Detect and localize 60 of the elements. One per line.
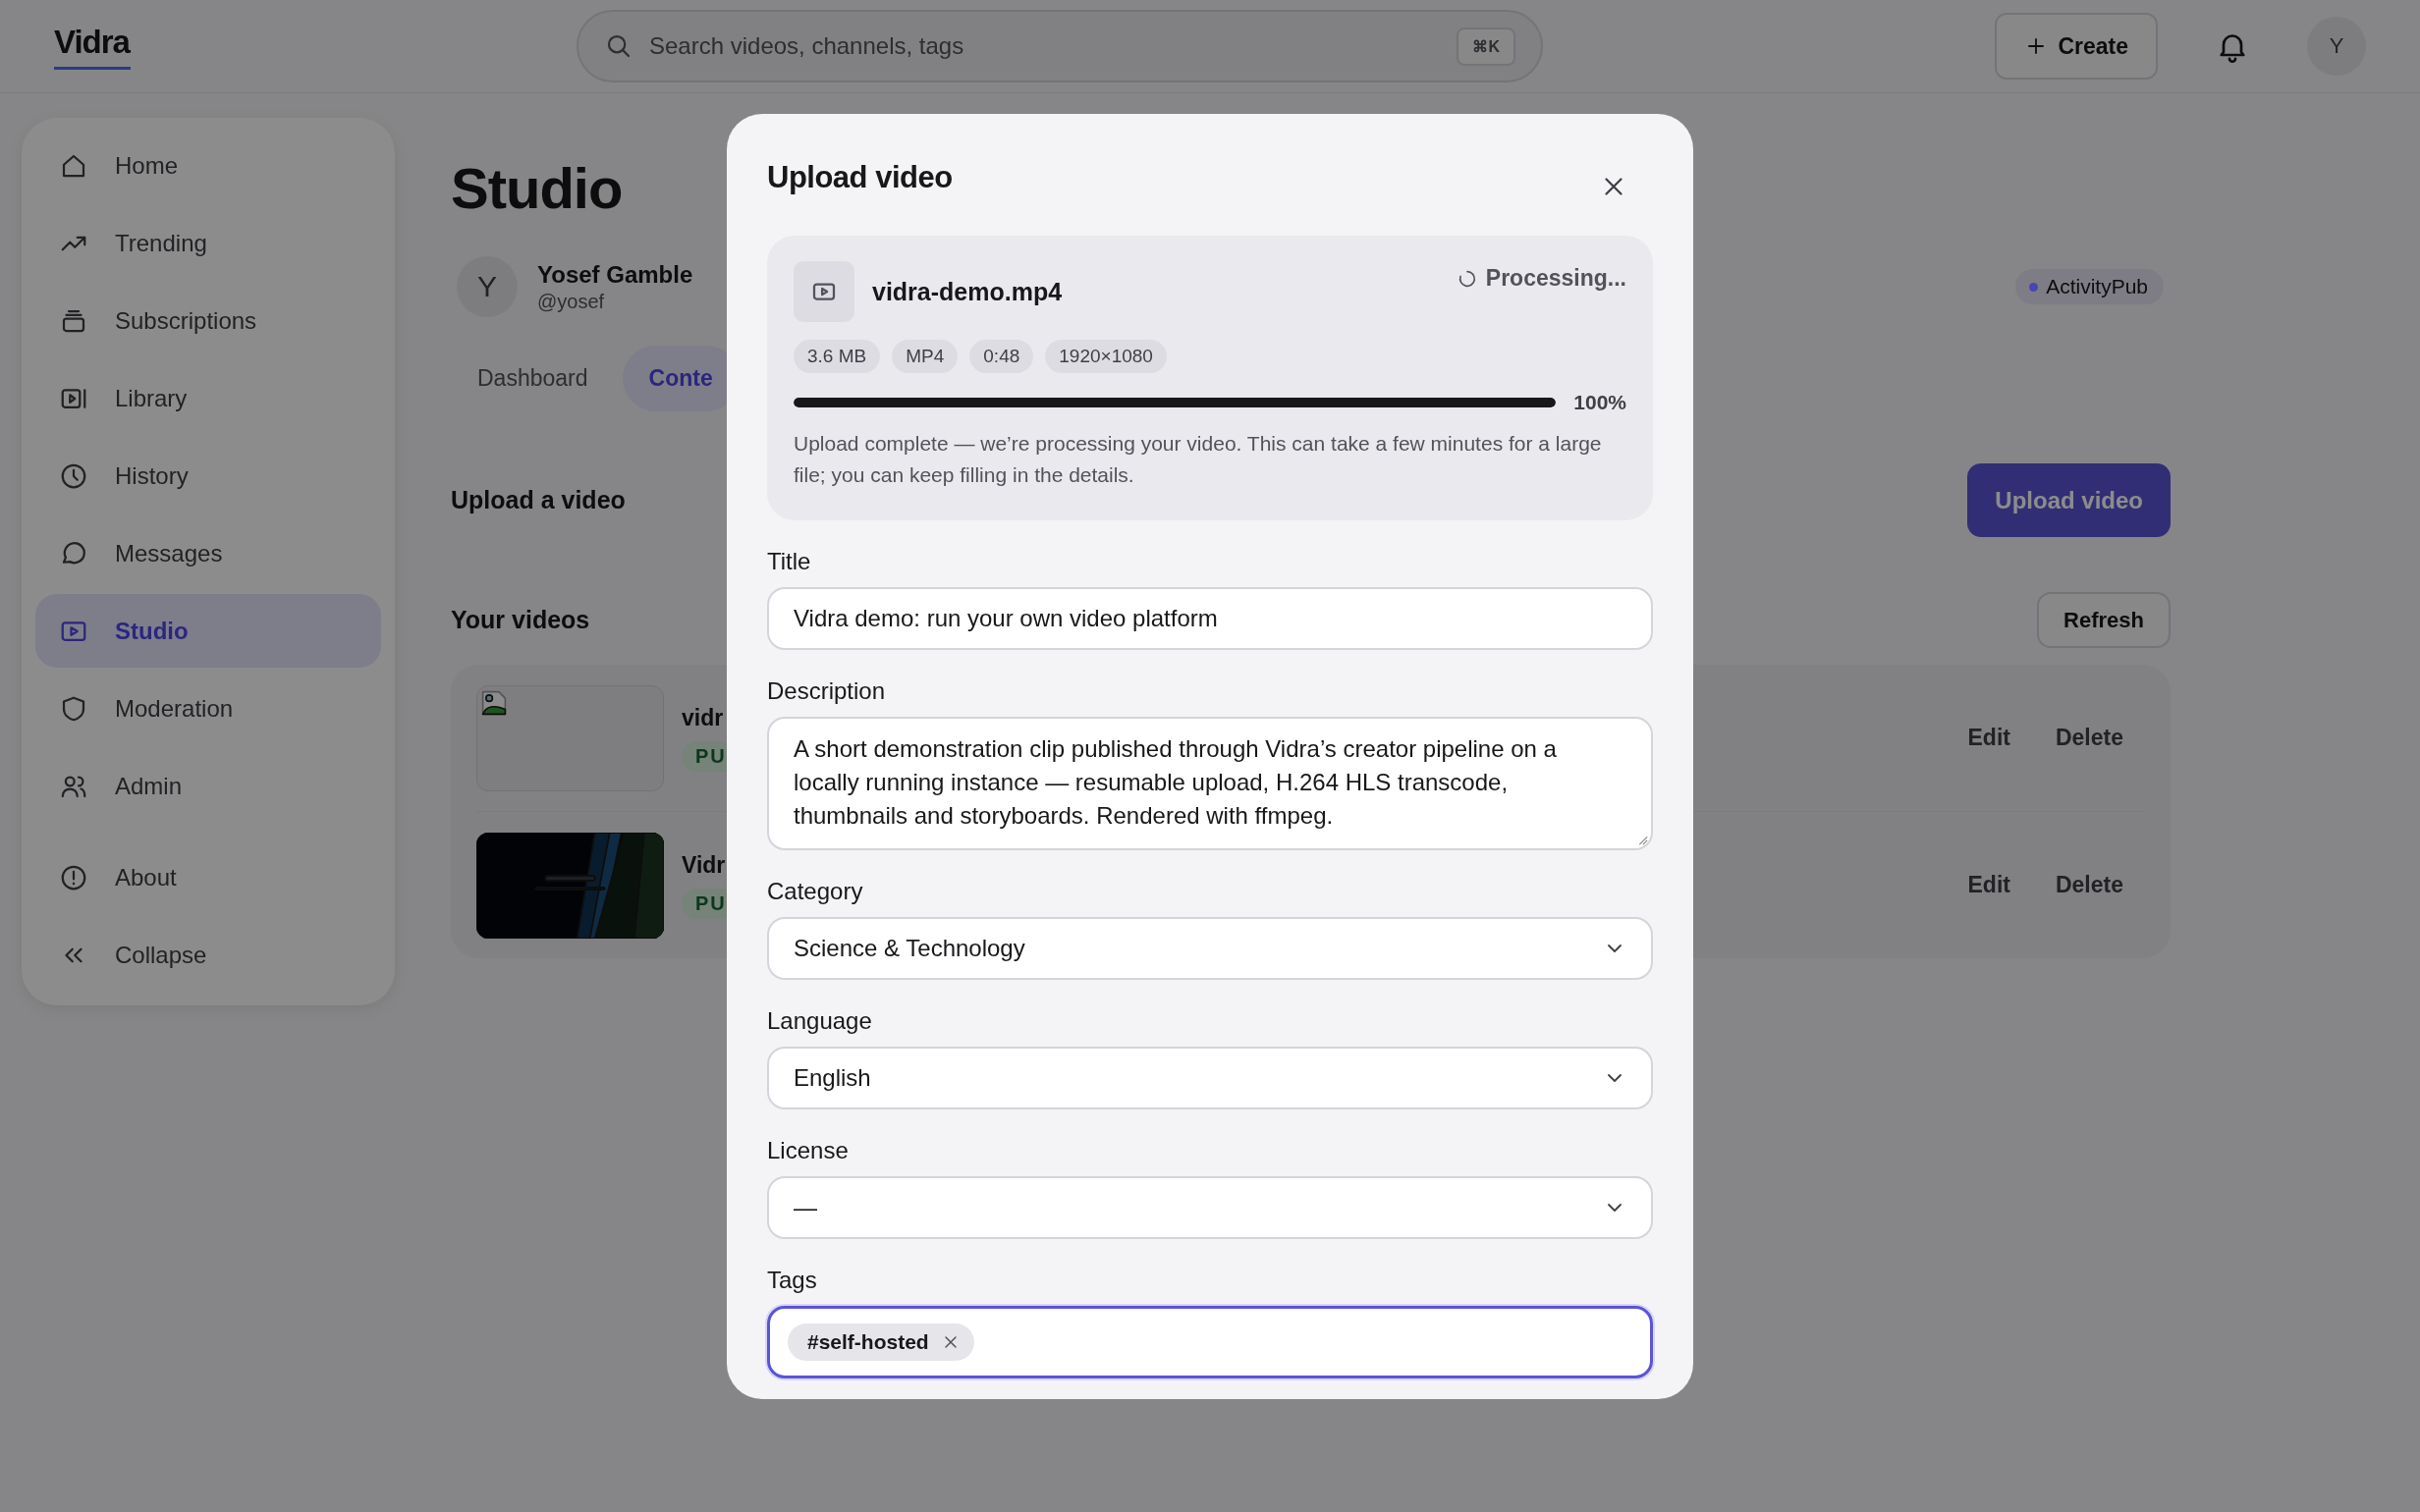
tab[interactable]: Dashboard <box>451 346 615 411</box>
select-field[interactable]: — <box>767 1176 1653 1239</box>
broken-image-icon <box>481 689 507 716</box>
dialog-title: Upload video <box>767 160 953 195</box>
video-file-icon <box>794 261 854 322</box>
channel-handle: @yosef <box>537 290 606 313</box>
field-label: Category <box>767 878 864 905</box>
select-value: — <box>794 1194 817 1221</box>
resize-grip-icon <box>1636 834 1648 845</box>
video-title: vidr <box>682 704 725 731</box>
file-meta-chip: 1920×1080 <box>1045 340 1167 373</box>
field-label: Description <box>767 677 887 705</box>
sidebar-item[interactable]: Subscriptions <box>35 284 381 357</box>
title-field[interactable]: Vidra demo: run your own video platform <box>767 587 1653 650</box>
sidebar-item[interactable]: Studio <box>35 594 381 668</box>
processing-status: Processing... <box>1485 265 1626 292</box>
file-name: vidra-demo.mp4 <box>872 277 1063 306</box>
edit-link[interactable]: Edit <box>1967 872 2010 898</box>
select-field[interactable]: English <box>767 1047 1653 1109</box>
logo[interactable]: Vidra <box>54 23 131 70</box>
sidebar-item[interactable]: History <box>35 439 381 513</box>
delete-link[interactable]: Delete <box>2055 725 2123 751</box>
sidebar-item[interactable]: About <box>35 840 381 914</box>
sidebar-item[interactable]: Collapse <box>35 918 381 992</box>
section-heading: Upload a video <box>451 486 626 514</box>
select-value: English <box>794 1064 871 1092</box>
shortcut-hint: ⌘K <box>1457 27 1515 66</box>
field-label: Tags <box>767 1267 818 1294</box>
video-title: Vidr <box>682 851 727 879</box>
sidebar-item[interactable]: Home <box>35 129 381 202</box>
section-heading: Your videos <box>451 606 590 634</box>
badge-label: ActivityPub <box>2046 275 2148 298</box>
select-value: Science & Technology <box>794 935 1025 962</box>
field-label: Language <box>767 1007 873 1035</box>
sidebar-item[interactable]: Admin <box>35 749 381 823</box>
create-button[interactable]: Create <box>1995 13 2158 80</box>
user-avatar[interactable]: Y <box>2307 17 2366 76</box>
sidebar-item[interactable]: Moderation <box>35 672 381 745</box>
upload-button[interactable]: Upload video <box>1967 463 2171 537</box>
channel-name: Yosef Gamble <box>537 260 693 289</box>
tag-label: #self-hosted <box>807 1330 929 1354</box>
field-label: License <box>767 1137 850 1164</box>
sidebar-item[interactable]: Trending <box>35 206 381 280</box>
file-meta-chip: MP4 <box>892 340 959 373</box>
description-text: A short demonstration clip published through Vidra’s creator pipeline on a locally running instance — resumable upload, H.264 HLS transcode, thumbnails and storyboards. Rendered with ffmpeg. <box>794 734 1558 831</box>
description-field[interactable]: A short demonstration clip published through Vidra’s creator pipeline on a locally running instance — resumable upload, H.264 HLS transcode, thumbnails and storyboards. Rendered with ffmpeg. <box>767 717 1653 850</box>
edit-link[interactable]: Edit <box>1967 725 2010 751</box>
sidebar-item[interactable]: Messages <box>35 516 381 590</box>
sidebar-item[interactable]: Library <box>35 361 381 435</box>
file-meta-chip: 3.6 MB <box>794 340 881 373</box>
delete-link[interactable]: Delete <box>2055 872 2123 898</box>
progress-percent: 100% <box>1573 391 1626 414</box>
file-meta-chip: 0:48 <box>969 340 1034 373</box>
upload-note: Upload complete — we’re processing your video. This can take a few minutes for a large file; you can keep filling in the details. <box>794 431 1603 488</box>
page-title: Studio <box>451 155 623 221</box>
tags-field[interactable]: #self-hosted <box>767 1306 1653 1378</box>
select-field[interactable]: Science & Technology <box>767 917 1653 980</box>
channel-avatar: Y <box>457 256 518 317</box>
refresh-button[interactable]: Refresh <box>2037 592 2171 648</box>
field-label: Title <box>767 548 812 575</box>
